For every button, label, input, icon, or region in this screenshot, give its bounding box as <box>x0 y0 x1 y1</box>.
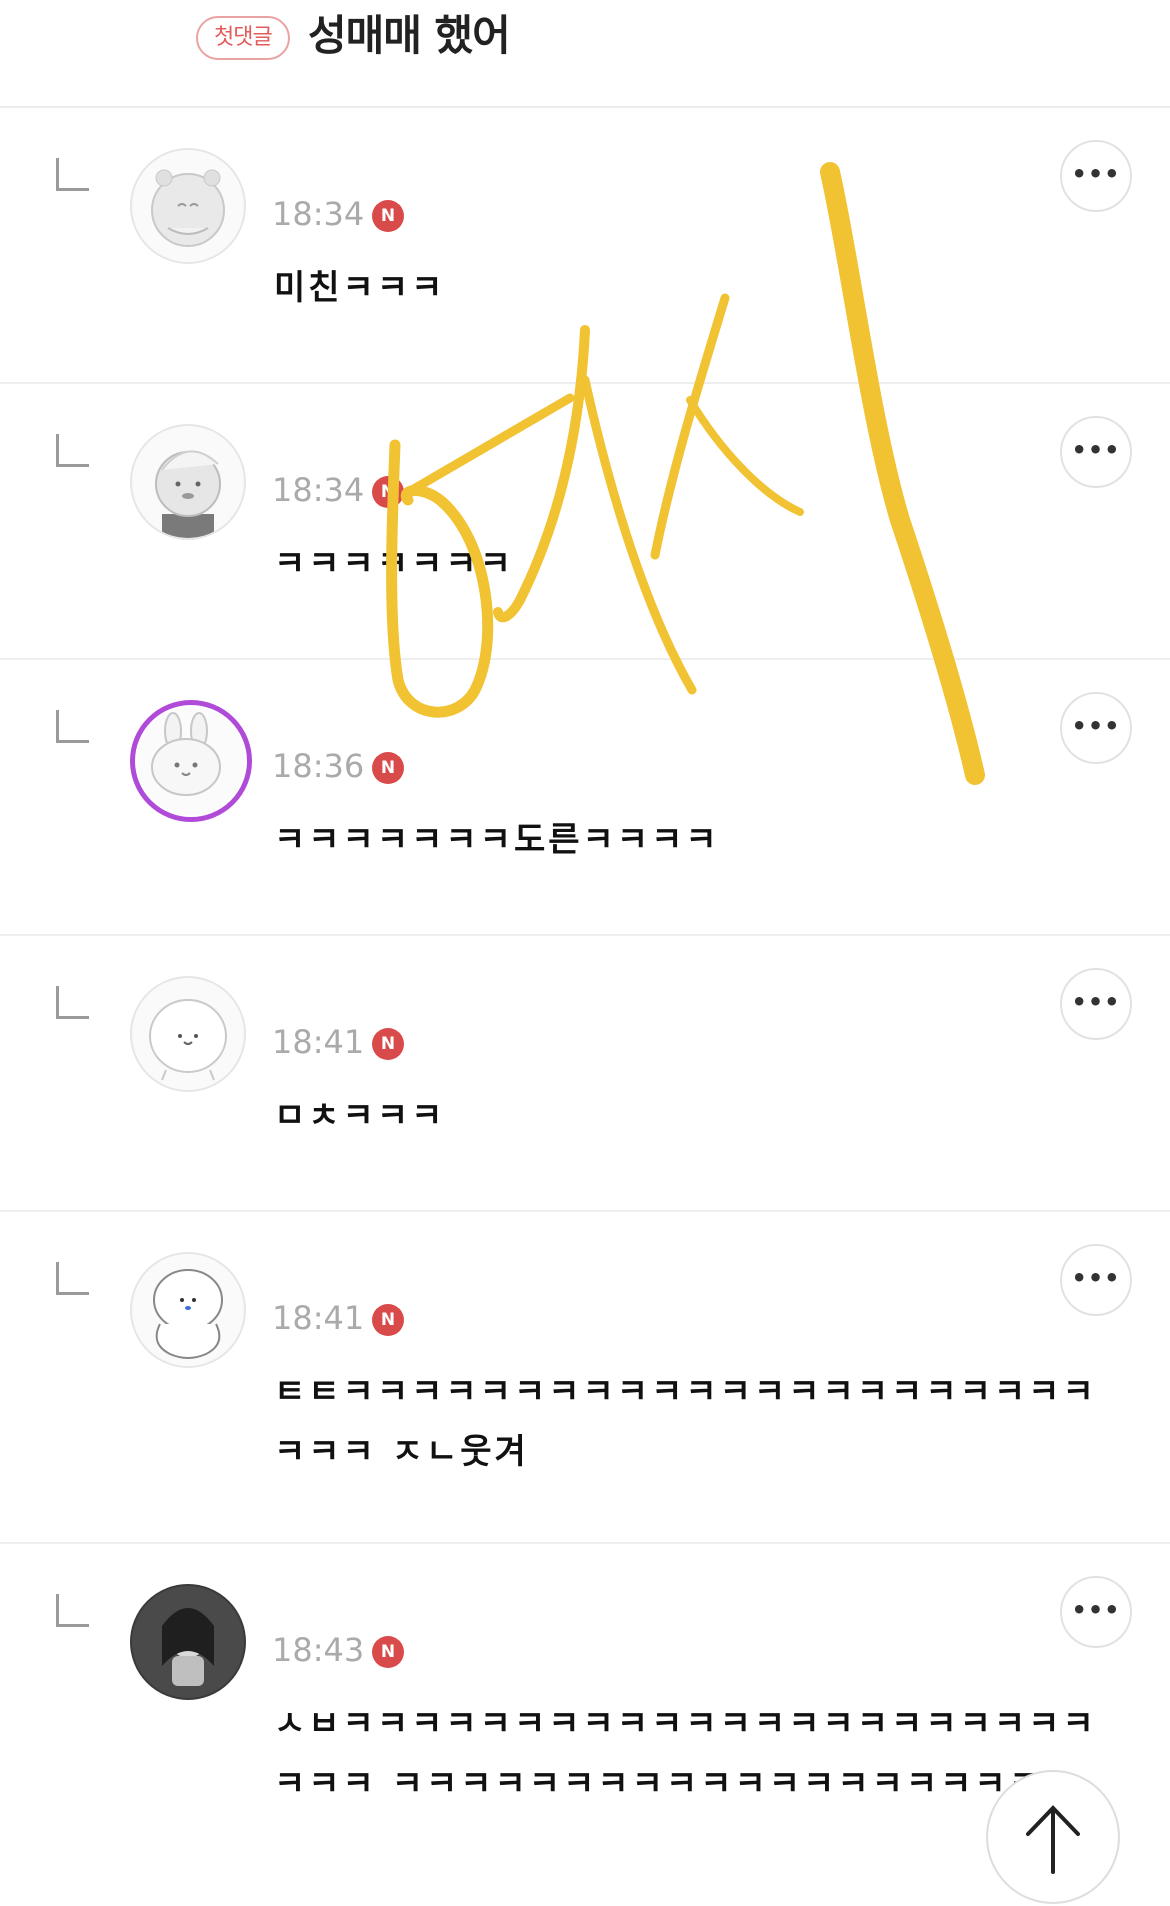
new-badge: N <box>372 752 404 784</box>
comment-time: 18:34 <box>272 195 365 233</box>
blob-avatar[interactable] <box>130 976 246 1092</box>
comment-row: 18:34 N ㅋㅋㅋㅋㅋㅋㅋ ••• <box>0 384 1170 660</box>
post-header: 첫댓글 성매매 했어 <box>0 0 1170 108</box>
comment-text: ㅋㅋㅋㅋㅋㅋㅋ <box>274 544 514 584</box>
first-comment-badge: 첫댓글 <box>196 16 290 60</box>
hamster-avatar[interactable] <box>130 148 246 264</box>
more-options-button[interactable]: ••• <box>1060 1576 1132 1648</box>
new-badge: N <box>372 200 404 232</box>
comment-row: 18:41 N ㅁㅊㅋㅋㅋ ••• <box>0 936 1170 1212</box>
comment-time: 18:36 <box>272 747 365 785</box>
more-options-button[interactable]: ••• <box>1060 968 1132 1040</box>
new-badge: N <box>372 1028 404 1060</box>
photo-avatar[interactable] <box>130 1584 246 1700</box>
reply-indent-icon <box>56 1262 89 1295</box>
more-options-button[interactable]: ••• <box>1060 692 1132 764</box>
more-options-button[interactable]: ••• <box>1060 140 1132 212</box>
comment-text: 미친ㅋㅋㅋ <box>274 268 446 308</box>
comment-text: ㅋㅋㅋㅋㅋㅋㅋ도른ㅋㅋㅋㅋ <box>274 820 720 860</box>
comment-row: 18:41 N ㅌㅌㅋㅋㅋㅋㅋㅋㅋㅋㅋㅋㅋㅋㅋㅋㅋㅋㅋㅋㅋㅋㅋㅋㅋㅋㅋ ㅈㄴ웃겨… <box>0 1212 1170 1544</box>
comment-time: 18:41 <box>272 1023 365 1061</box>
reply-indent-icon <box>56 434 89 467</box>
comment-text: ㅌㅌㅋㅋㅋㅋㅋㅋㅋㅋㅋㅋㅋㅋㅋㅋㅋㅋㅋㅋㅋㅋㅋㅋㅋㅋㅋ ㅈㄴ웃겨 <box>274 1372 1097 1472</box>
new-badge: N <box>372 1304 404 1336</box>
reply-indent-icon <box>56 1594 89 1627</box>
new-badge: N <box>372 476 404 508</box>
bear-helmet-avatar[interactable] <box>130 424 246 540</box>
post-title[interactable]: 성매매 했어 <box>308 6 511 66</box>
comment-time: 18:43 <box>272 1631 365 1669</box>
puppy-avatar[interactable] <box>130 1252 246 1368</box>
bunny-avatar[interactable] <box>130 700 252 822</box>
reply-indent-icon <box>56 710 89 743</box>
reply-indent-icon <box>56 986 89 1019</box>
comment-time: 18:41 <box>272 1299 365 1337</box>
arrow-up-icon <box>1026 1805 1080 1874</box>
more-options-button[interactable]: ••• <box>1060 416 1132 488</box>
comment-row: 18:34 N 미친ㅋㅋㅋ ••• <box>0 108 1170 384</box>
reply-indent-icon <box>56 158 89 191</box>
more-options-button[interactable]: ••• <box>1060 1244 1132 1316</box>
comment-text: ㅁㅊㅋㅋㅋ <box>274 1096 446 1136</box>
new-badge: N <box>372 1636 404 1668</box>
comment-time: 18:34 <box>272 471 365 509</box>
scroll-to-top-button[interactable] <box>986 1770 1120 1904</box>
comment-row: 18:36 N ㅋㅋㅋㅋㅋㅋㅋ도른ㅋㅋㅋㅋ ••• <box>0 660 1170 936</box>
